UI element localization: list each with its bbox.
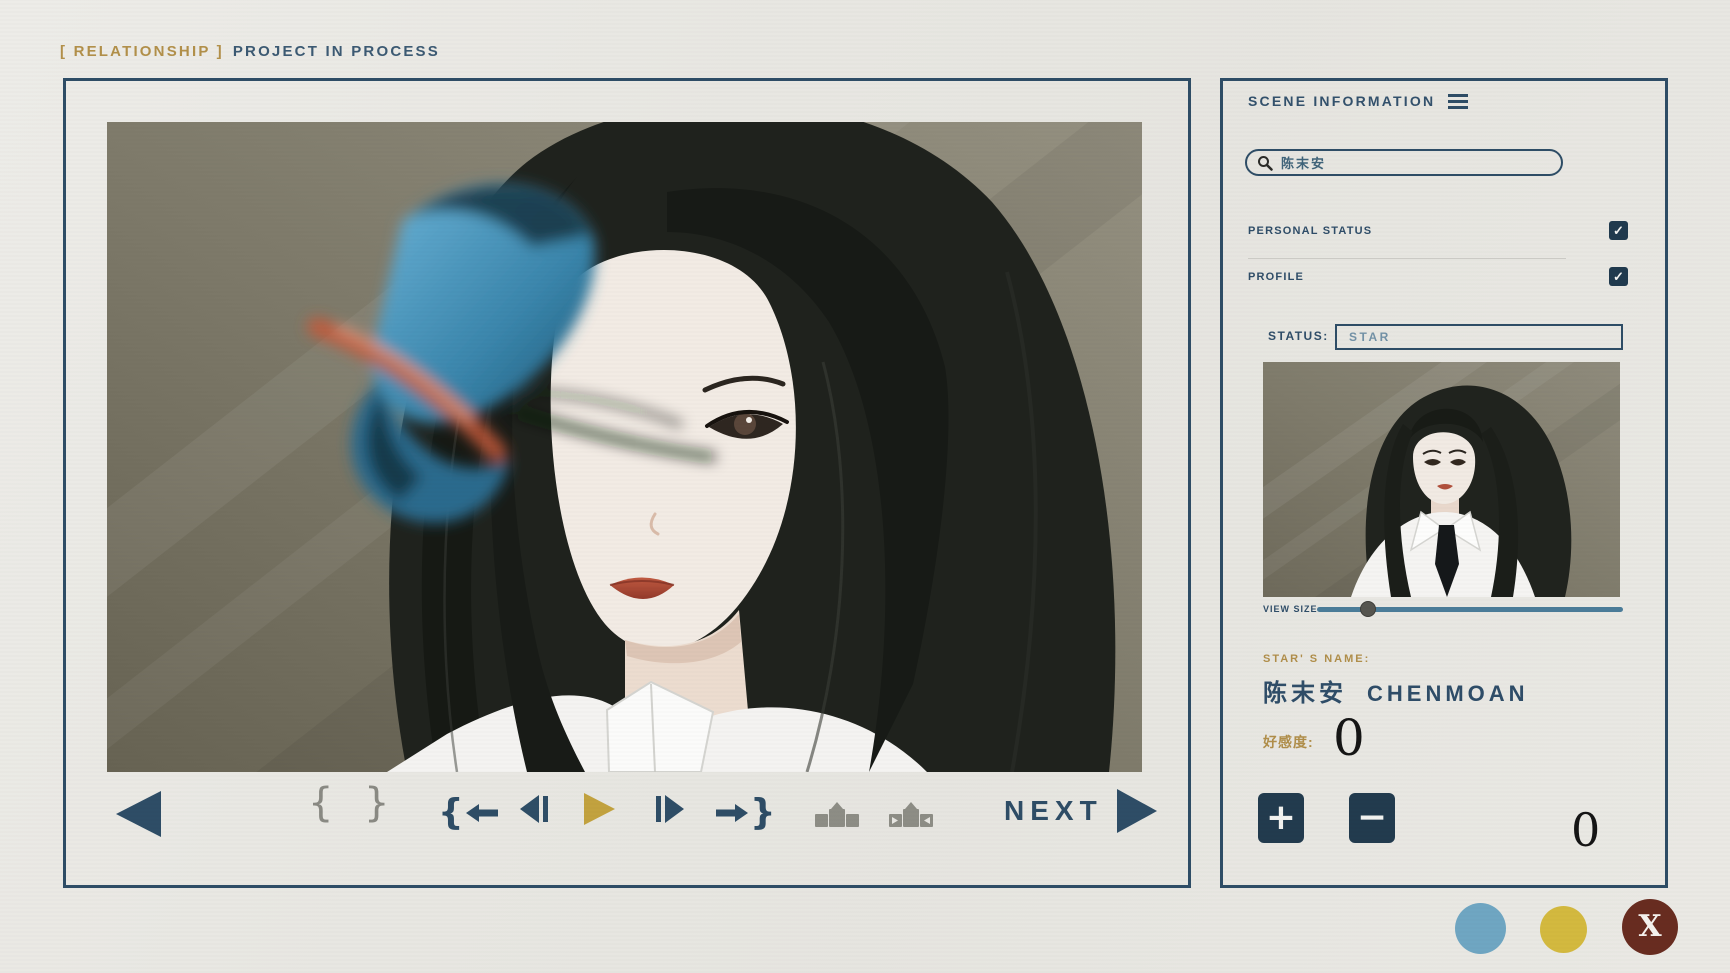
checkmark-icon: ✓ [1613, 223, 1624, 238]
search-icon [1257, 155, 1273, 171]
favor-value: 0 [1333, 713, 1365, 763]
next-triangle-icon [1117, 789, 1157, 833]
brace-close-icon[interactable]: } [364, 783, 389, 823]
step-back-icon [518, 795, 550, 823]
jump-to-start-button[interactable]: { [438, 795, 498, 831]
back-triangle-icon [114, 791, 162, 837]
next-button[interactable]: NEXT [1004, 789, 1157, 833]
scene-viewer-frame: { } { [63, 78, 1191, 888]
blocks-arrows-icon [888, 799, 934, 829]
play-icon [582, 793, 616, 825]
yellow-dot-button[interactable] [1540, 906, 1587, 953]
header-section-label: [ RELATIONSHIP ] [60, 43, 224, 60]
star-name-row: 陈末安 CHENMOAN [1263, 673, 1529, 708]
scene-blocks-button[interactable] [814, 799, 860, 829]
personal-status-checkbox[interactable]: ✓ [1609, 221, 1628, 240]
star-name-label: STAR' S NAME: [1263, 653, 1370, 665]
page-title: PROJECT IN PROCESS [233, 43, 440, 60]
personal-status-label: PERSONAL STATUS [1248, 225, 1372, 237]
jump-start-brace: { [438, 795, 464, 831]
scene-info-panel: SCENE INFORMATION PERSONAL STATUS ✓ PROF… [1220, 78, 1668, 888]
arrow-right-icon [716, 802, 748, 824]
search-field[interactable] [1245, 149, 1563, 176]
blue-dot-button[interactable] [1455, 903, 1506, 954]
scene-illustration [107, 122, 1142, 772]
search-input[interactable] [1281, 155, 1531, 170]
favor-label: 好感度: [1263, 732, 1314, 752]
divider [1248, 258, 1566, 259]
play-button[interactable] [582, 793, 616, 825]
step-back-button[interactable] [518, 795, 550, 823]
step-forward-button[interactable] [654, 795, 686, 823]
panel-title: SCENE INFORMATION [1248, 93, 1435, 109]
counter-value: 0 [1571, 807, 1600, 853]
menu-icon[interactable] [1448, 94, 1468, 109]
jump-to-end-button[interactable]: } [716, 795, 776, 831]
page-header: [ RELATIONSHIP ] PROJECT IN PROCESS [60, 43, 440, 60]
next-label: NEXT [1004, 795, 1103, 827]
blocks-icon [814, 799, 860, 829]
scene-blocks-alt-button[interactable] [888, 799, 934, 829]
viewer-controls: { } { [66, 781, 1188, 853]
back-button[interactable] [114, 791, 162, 837]
status-input[interactable] [1337, 330, 1597, 344]
character-portrait [1263, 362, 1620, 597]
star-name-en: CHENMOAN [1367, 681, 1529, 707]
step-forward-icon [654, 795, 686, 823]
app-window: [ RELATIONSHIP ] PROJECT IN PROCESS [0, 0, 1730, 973]
star-name-cn: 陈末安 [1263, 673, 1347, 708]
arrow-left-icon [466, 802, 498, 824]
panel-title-row: SCENE INFORMATION [1248, 93, 1468, 109]
favor-decrease-button[interactable]: − [1349, 793, 1395, 843]
jump-end-brace: } [750, 795, 776, 831]
scene-artwork [107, 122, 1142, 772]
status-field[interactable] [1335, 324, 1623, 350]
favor-increase-button[interactable]: + [1258, 793, 1304, 843]
status-label: STATUS: [1268, 329, 1329, 343]
view-size-label: VIEW SIZE [1263, 604, 1318, 614]
brace-open-icon[interactable]: { [308, 783, 333, 823]
checkmark-icon: ✓ [1613, 269, 1624, 284]
profile-label: PROFILE [1248, 271, 1304, 283]
view-size-slider-thumb[interactable] [1360, 601, 1376, 617]
profile-checkbox[interactable]: ✓ [1609, 267, 1628, 286]
close-button[interactable]: X [1622, 899, 1678, 955]
